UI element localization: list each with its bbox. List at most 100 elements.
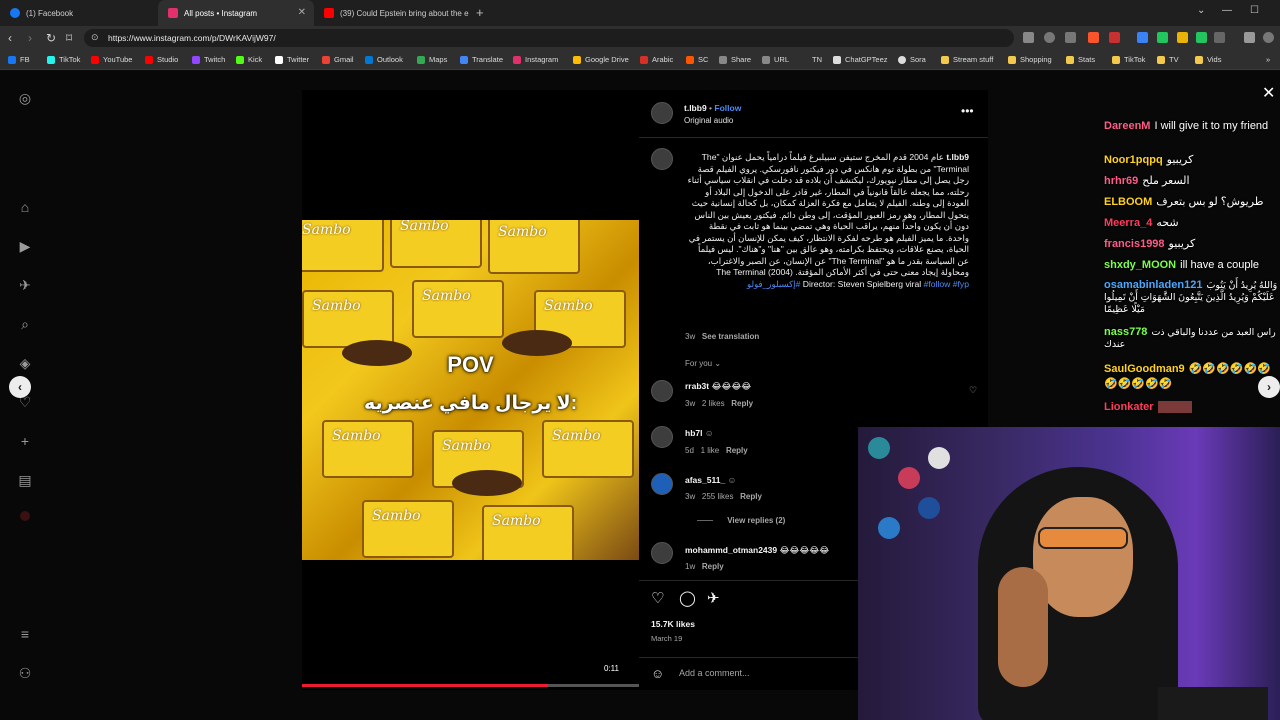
forward-icon[interactable]: ›	[28, 31, 32, 45]
cast-icon[interactable]	[1023, 32, 1034, 43]
media-icon[interactable]	[1244, 32, 1255, 43]
audio-label[interactable]: Original audio	[684, 116, 733, 125]
extension-icon[interactable]	[1109, 32, 1120, 43]
tab-instagram[interactable]: All posts • Instagram ✕	[158, 0, 314, 26]
bookmark-item[interactable]: TikTok	[47, 55, 80, 64]
bookmark-item[interactable]: YouTube	[91, 55, 132, 64]
bookmark-item[interactable]: Sora	[898, 55, 926, 64]
bookmark-icon	[47, 55, 55, 64]
close-modal-icon[interactable]: ✕	[1262, 83, 1275, 103]
commenter-avatar[interactable]	[651, 380, 673, 402]
explore-icon[interactable]: ◈	[17, 355, 33, 371]
follow-button[interactable]: Follow	[714, 103, 741, 113]
profile-avatar[interactable]	[20, 511, 30, 521]
extensions-puzzle-icon[interactable]	[1214, 32, 1225, 43]
bookmark-folder[interactable]: Stats	[1066, 55, 1095, 64]
bookmark-item[interactable]: Twitch	[192, 55, 225, 64]
menu-icon[interactable]: ≡	[17, 626, 33, 642]
tab-facebook[interactable]: (1) Facebook	[0, 0, 158, 26]
comment-input[interactable]: Add a comment...	[679, 668, 750, 678]
view-replies-button[interactable]: View replies (2)	[697, 516, 785, 525]
back-icon[interactable]: ‹	[8, 31, 12, 45]
reel-video[interactable]: Sambo Sambo Sambo Sambo Sambo Sambo Samb…	[302, 90, 639, 690]
search-icon[interactable]: ⌕	[17, 316, 33, 332]
tab-search-icon[interactable]: ⌄	[1197, 5, 1205, 16]
author-avatar[interactable]	[651, 148, 673, 170]
share-icon[interactable]	[1065, 32, 1076, 43]
extension-icon[interactable]	[1196, 32, 1207, 43]
bookmark-item[interactable]: Kick	[236, 55, 262, 64]
minimize-icon[interactable]: —	[1222, 5, 1232, 16]
home-icon[interactable]: ⌂	[17, 199, 33, 215]
folder-icon	[1066, 55, 1074, 64]
streamer-face-image	[1033, 497, 1133, 617]
extension-icon[interactable]	[1177, 32, 1188, 43]
bookmark-icon[interactable]: ⌑	[66, 31, 72, 45]
bookmark-item[interactable]: FB	[8, 55, 30, 64]
bookmark-item[interactable]: Gmail	[322, 55, 354, 64]
browser-tab-bar: (1) Facebook All posts • Instagram ✕ (39…	[0, 0, 1280, 26]
bookmark-folder[interactable]: Vids	[1195, 55, 1221, 64]
share-icon[interactable]: ✈	[707, 589, 720, 607]
bookmark-folder[interactable]: Shopping	[1008, 55, 1052, 64]
reply-button[interactable]: Reply	[702, 562, 724, 571]
bookmarks-overflow-icon[interactable]: »	[1266, 55, 1270, 64]
bookmark-item[interactable]: Share	[719, 55, 751, 64]
dashboard-icon[interactable]: ▤	[17, 472, 33, 488]
bookmark-folder[interactable]: TikTok	[1112, 55, 1145, 64]
new-tab-icon[interactable]: +	[476, 5, 484, 20]
folder-icon	[1195, 55, 1203, 64]
instagram-logo-icon[interactable]: ◎	[17, 90, 33, 106]
commenter-avatar[interactable]	[651, 473, 673, 495]
comment-sort-dropdown[interactable]: For you ⌄	[685, 359, 721, 368]
commenter-avatar[interactable]	[651, 426, 673, 448]
close-tab-icon[interactable]: ✕	[298, 7, 306, 18]
extension-icon[interactable]	[1137, 32, 1148, 43]
reply-button[interactable]: Reply	[731, 399, 753, 408]
meta-apps-icon[interactable]: ⚇	[17, 665, 33, 681]
bookmark-item[interactable]: Translate	[460, 55, 503, 64]
create-icon[interactable]: +	[17, 433, 33, 449]
likes-count[interactable]: 15.7K likes	[651, 619, 695, 629]
site-info-icon[interactable]: ⊙	[91, 32, 99, 43]
product-box-image: Sambo	[488, 220, 580, 274]
bookmark-item[interactable]: URL	[762, 55, 789, 64]
reload-icon[interactable]: ↻	[46, 31, 56, 45]
chat-message: ELBOOM طريوش؟ لو بس بتعرف	[1104, 196, 1264, 208]
author-avatar[interactable]	[651, 102, 673, 124]
bookmark-folder[interactable]: TV	[1157, 55, 1179, 64]
previous-post-button[interactable]: ‹	[9, 376, 31, 398]
like-comment-icon[interactable]: ♡	[969, 385, 977, 396]
reels-icon[interactable]: ▶	[17, 238, 33, 254]
bookmark-item[interactable]: Google Drive	[573, 55, 629, 64]
product-box-image: Sambo	[362, 500, 454, 558]
url-bar[interactable]: ⊙ https://www.instagram.com/p/DWrKAVijW9…	[84, 29, 1014, 47]
bookmark-item[interactable]: Instagram	[513, 55, 558, 64]
maximize-icon[interactable]: ☐	[1250, 5, 1259, 16]
reply-button[interactable]: Reply	[726, 446, 748, 455]
bookmark-folder[interactable]: Stream stuff	[941, 55, 993, 64]
reply-button[interactable]: Reply	[740, 492, 762, 501]
see-translation-link[interactable]: See translation	[702, 332, 759, 341]
bookmark-item[interactable]: Outlook	[365, 55, 403, 64]
bookmark-item[interactable]: Studio	[145, 55, 178, 64]
commenter-avatar[interactable]	[651, 542, 673, 564]
bookmark-item[interactable]: Arabic	[640, 55, 673, 64]
author-username[interactable]: t.lbb9 • Follow	[684, 103, 741, 113]
bookmark-item[interactable]: Twitter	[275, 55, 309, 64]
messages-icon[interactable]: ✈	[17, 277, 33, 293]
zoom-icon[interactable]	[1044, 32, 1055, 43]
tab-youtube[interactable]: (39) Could Epstein bring about the e	[314, 0, 470, 26]
brave-shield-icon[interactable]	[1088, 32, 1099, 43]
comment-icon[interactable]: ◯	[679, 589, 696, 607]
bookmark-item[interactable]: SC	[686, 55, 708, 64]
like-icon[interactable]: ♡	[651, 589, 664, 607]
bookmark-item[interactable]: TN	[812, 55, 822, 64]
bookmark-item[interactable]: Maps	[417, 55, 447, 64]
video-progress-bar[interactable]	[302, 684, 639, 687]
bookmark-item[interactable]: ChatGPTeez	[833, 55, 888, 64]
emoji-icon[interactable]: ☺	[651, 666, 664, 681]
profile-avatar-icon[interactable]	[1263, 32, 1274, 43]
extension-icon[interactable]	[1157, 32, 1168, 43]
more-options-icon[interactable]: •••	[961, 104, 974, 118]
